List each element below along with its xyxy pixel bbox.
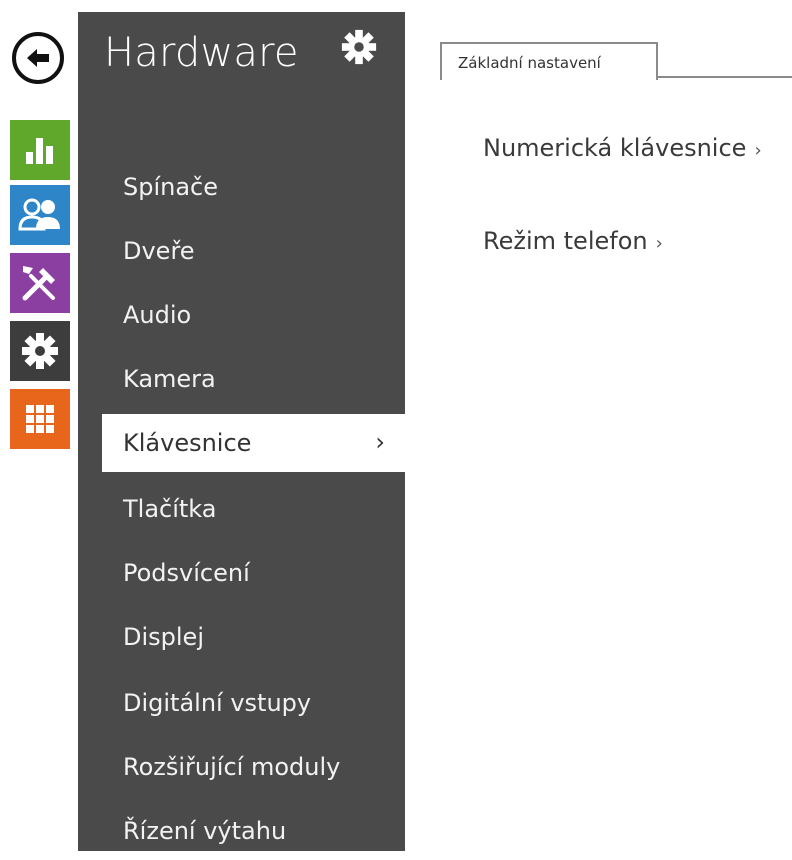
tab-label: Základní nastavení [458,54,601,72]
menu-item-label: Podsvícení [123,559,250,587]
link-label: Režim telefon [483,227,648,255]
menu-item-label: Digitální vstupy [123,689,312,717]
directory-tile[interactable] [10,185,70,245]
menu-item-label: Rozšiřující moduly [123,753,341,781]
menu-item-digitalni-vstupy[interactable]: Digitální vstupy [78,674,405,732]
menu-item-label: Audio [123,301,192,329]
menu-item-tlacitka[interactable]: Tlačítka [78,480,405,538]
grid-icon [26,405,54,433]
tab-divider [658,76,792,78]
menu-item-label: Displej [123,623,204,651]
menu-item-klavesnice[interactable]: Klávesnice › [102,414,405,472]
menu-item-podsviceni[interactable]: Podsvícení [78,544,405,602]
menu-title: Hardware [104,30,299,76]
services-tile[interactable] [10,389,70,449]
menu-item-label: Dveře [123,237,195,265]
status-chart-icon [26,138,53,164]
chevron-right-icon: › [375,428,385,456]
settings-gear-icon[interactable] [340,28,378,66]
menu-item-dvere[interactable]: Dveře [78,222,405,280]
system-tile[interactable] [10,321,70,381]
tools-icon [22,266,55,301]
menu-item-kamera[interactable]: Kamera [78,350,405,408]
link-rezim-telefon[interactable]: Režim telefon › [483,227,663,255]
menu-item-label: Kamera [123,365,216,393]
link-numericka-klavesnice[interactable]: Numerická klávesnice › [483,134,762,162]
gear-icon [22,333,58,369]
chevron-right-icon: › [754,140,762,161]
back-arrow-icon [27,49,49,67]
tab-zakladni-nastaveni[interactable]: Základní nastavení [440,42,658,80]
status-tile[interactable] [10,120,70,180]
menu-item-audio[interactable]: Audio [78,286,405,344]
hardware-menu: Hardware Spínače Dveře Audio Kamera Kláv… [78,12,405,851]
menu-item-rozsirujici-moduly[interactable]: Rozšiřující moduly [78,738,405,796]
back-button[interactable] [12,32,64,84]
app-nav-rail [0,0,78,851]
menu-item-label: Spínače [123,173,219,201]
menu-item-rizeni-vytahu[interactable]: Řízení výtahu [78,802,405,860]
menu-item-label: Tlačítka [123,495,217,523]
menu-item-spinace[interactable]: Spínače [78,158,405,216]
chevron-right-icon: › [655,233,663,254]
hardware-tile[interactable] [10,253,70,313]
menu-item-label: Klávesnice [123,429,252,457]
users-icon [18,198,60,231]
link-label: Numerická klávesnice [483,134,747,162]
menu-item-label: Řízení výtahu [123,817,287,845]
menu-item-displej[interactable]: Displej [78,608,405,666]
